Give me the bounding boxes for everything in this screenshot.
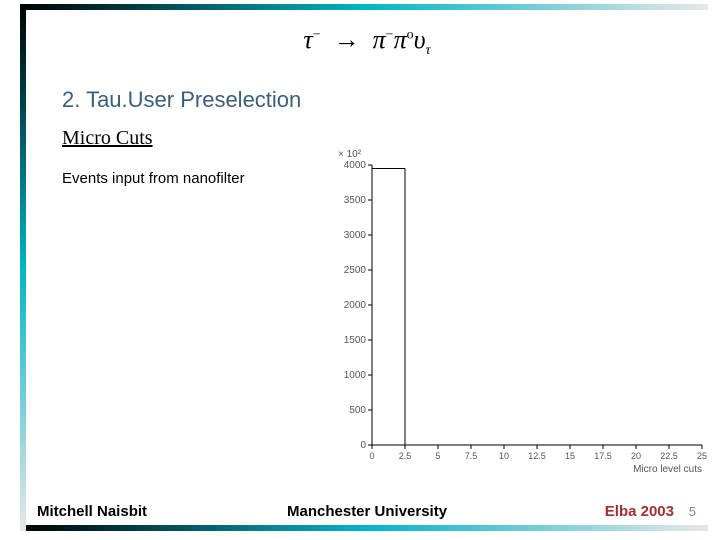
svg-text:17.5: 17.5 — [594, 451, 612, 461]
border-left — [20, 4, 26, 531]
axes — [372, 165, 702, 445]
svg-text:1000: 1000 — [344, 370, 367, 381]
svg-text:3500: 3500 — [344, 195, 367, 206]
footer: Mitchell Naisbit Manchester University E… — [37, 503, 702, 520]
x-axis-label: Micro level cuts — [633, 464, 702, 475]
section-title: 2. Tau.User Preselection — [62, 87, 702, 113]
svg-text:4000: 4000 — [344, 160, 367, 171]
y-scale-label: × 10² — [338, 149, 362, 160]
svg-text:0: 0 — [360, 440, 366, 451]
svg-text:25: 25 — [697, 451, 707, 461]
footer-page: 5 — [689, 504, 696, 519]
svg-text:10: 10 — [499, 451, 509, 461]
svg-text:2000: 2000 — [344, 300, 367, 311]
chart: × 10² 0 500 1000 1500 2000 2500 3000 350… — [322, 145, 712, 475]
svg-text:20: 20 — [631, 451, 641, 461]
border-bottom — [20, 525, 708, 531]
svg-text:0: 0 — [369, 451, 374, 461]
svg-text:500: 500 — [349, 405, 366, 416]
y-ticks: 0 500 1000 1500 2000 2500 3000 3500 4000 — [344, 160, 372, 451]
x-ticks: 0 2.5 5 7.5 10 12.5 15 17.5 20 22.5 25 — [369, 445, 707, 461]
svg-text:3000: 3000 — [344, 230, 367, 241]
footer-author: Mitchell Naisbit — [37, 503, 147, 520]
svg-text:5: 5 — [435, 451, 440, 461]
svg-text:12.5: 12.5 — [528, 451, 546, 461]
slide-formula-title: τ− → π−πoυτ — [32, 15, 702, 59]
svg-text:15: 15 — [565, 451, 575, 461]
border-top — [20, 4, 708, 10]
svg-text:22.5: 22.5 — [660, 451, 678, 461]
svg-text:2.5: 2.5 — [399, 451, 412, 461]
svg-text:1500: 1500 — [344, 335, 367, 346]
svg-text:2500: 2500 — [344, 265, 367, 276]
content-area: τ− → π−πoυτ 2. Tau.User Preselection Mic… — [32, 15, 702, 520]
bar-0 — [372, 169, 405, 446]
footer-conference: Elba 2003 — [605, 503, 674, 520]
svg-text:7.5: 7.5 — [465, 451, 478, 461]
footer-university: Manchester University — [287, 503, 447, 520]
